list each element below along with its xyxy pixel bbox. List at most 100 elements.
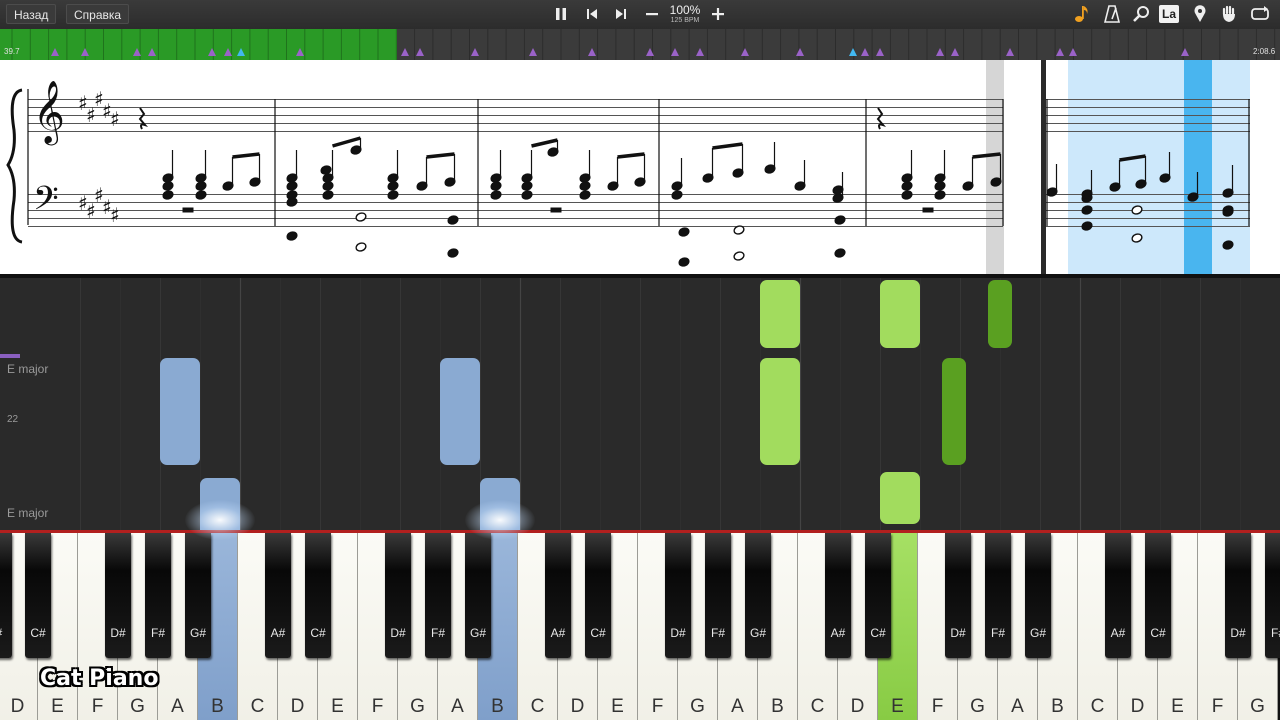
falling-note-right-hand (880, 280, 920, 348)
sheet-music: 𝄞 𝄢 ♯ ♯ ♯ ♯ ♯ ♯ ♯ ♯ ♯ ♯ (0, 60, 1280, 274)
note-head (521, 181, 533, 191)
progress-marker (741, 48, 749, 56)
black-key[interactable]: A# (265, 533, 291, 658)
white-key-label: C (250, 696, 265, 717)
time-total: 2:08.6 (1253, 47, 1276, 56)
progress-marker (296, 48, 304, 56)
time-elapsed: 39.7 (4, 47, 20, 56)
black-key[interactable]: C# (585, 533, 611, 658)
black-key[interactable]: A# (545, 533, 571, 658)
white-key-label: D (850, 696, 865, 717)
note-head (490, 190, 502, 200)
key-signature-label: E major (7, 362, 49, 376)
note-head (286, 231, 298, 241)
note-head (322, 181, 334, 191)
black-key[interactable]: F# (425, 533, 451, 658)
progress-marker (671, 48, 679, 56)
black-key[interactable]: D# (105, 533, 131, 658)
note-head (733, 251, 745, 261)
note-head (678, 227, 690, 237)
skip-back-icon[interactable] (581, 3, 603, 25)
black-key[interactable]: D# (665, 533, 691, 658)
progress-marker (51, 48, 59, 56)
treble-clef: 𝄞 (33, 80, 65, 146)
white-key-label: A (731, 696, 744, 717)
white-key-label: A (1011, 696, 1024, 717)
metronome-icon[interactable] (1101, 3, 1123, 25)
black-key[interactable]: D# (385, 533, 411, 658)
black-key[interactable]: C# (865, 533, 891, 658)
note-head (355, 242, 367, 252)
black-key[interactable]: # (0, 533, 12, 658)
white-key-label: F (91, 696, 104, 717)
white-key-label: F (371, 696, 384, 717)
skip-forward-icon[interactable] (610, 3, 632, 25)
loop-icon[interactable] (1248, 3, 1272, 25)
help-button[interactable]: Справка (66, 4, 130, 24)
minus-icon[interactable] (641, 3, 663, 25)
bass-clef: 𝄢 (33, 180, 59, 226)
black-key[interactable]: A# (825, 533, 851, 658)
black-key-label: G# (189, 626, 206, 640)
plus-icon[interactable] (707, 3, 729, 25)
black-key[interactable]: G# (465, 533, 491, 658)
black-key[interactable]: C# (1145, 533, 1171, 658)
song-progress-bar[interactable] (0, 29, 1280, 60)
note-head (901, 181, 913, 191)
progress-marker (1069, 48, 1077, 56)
toolbar: Назад Справка 100% 125 BPM La (0, 0, 1280, 29)
black-key[interactable]: C# (25, 533, 51, 658)
black-key-label: D# (1230, 626, 1246, 640)
progress-markers (11, 29, 1276, 60)
black-key-label: C# (30, 626, 46, 640)
black-key-label: D# (670, 626, 686, 640)
black-key[interactable]: F# (145, 533, 171, 658)
white-key-label: D (1130, 696, 1145, 717)
pause-icon[interactable] (550, 3, 572, 25)
black-key[interactable]: C# (305, 533, 331, 658)
black-key-label: C# (310, 626, 326, 640)
note-head (579, 190, 591, 200)
white-key-label: G (970, 696, 985, 717)
progress-marker (696, 48, 704, 56)
back-button[interactable]: Назад (6, 4, 57, 24)
note-head (286, 181, 298, 191)
current-position-marker (1184, 60, 1212, 274)
black-key-label: F# (710, 626, 725, 640)
hand-icon[interactable] (1218, 3, 1240, 25)
progress-marker (237, 48, 245, 56)
note-head (162, 190, 174, 200)
white-key-label: G (1250, 696, 1265, 717)
progress-marker (849, 48, 857, 56)
black-key[interactable]: F# (1265, 533, 1280, 658)
black-key[interactable]: G# (745, 533, 771, 658)
piano-roll: E major 22 E major (0, 278, 1280, 530)
zoom-level: 100% (669, 3, 701, 17)
falling-note-right-hand-black (988, 280, 1012, 348)
white-key-label: A (451, 696, 464, 717)
black-key[interactable]: G# (185, 533, 211, 658)
note-icon[interactable] (1071, 3, 1093, 25)
brand-watermark: Cat Piano (40, 666, 159, 691)
white-key-label: F (651, 696, 664, 717)
black-key[interactable]: D# (1225, 533, 1251, 658)
black-key[interactable]: G# (1025, 533, 1051, 658)
black-key[interactable]: A# (1105, 533, 1131, 658)
falling-note-right-hand (880, 472, 920, 524)
note-head (355, 212, 367, 222)
location-icon[interactable] (1189, 3, 1211, 25)
black-key-label: F# (150, 626, 165, 640)
progress-marker (224, 48, 232, 56)
la-icon[interactable]: La (1159, 5, 1179, 23)
black-key[interactable]: D# (945, 533, 971, 658)
white-key-label: E (1171, 696, 1184, 717)
black-key[interactable]: F# (985, 533, 1011, 658)
magnifier-icon[interactable] (1130, 3, 1152, 25)
falling-note-right-hand (760, 358, 800, 465)
piano-keyboard: DEFGABCDEFGABCDEFGABCDEFGABCDEFG#C#D#F#G… (0, 533, 1280, 720)
black-key-label: G# (1029, 626, 1046, 640)
white-key-label: D (10, 696, 25, 717)
progress-marker (81, 48, 89, 56)
black-key[interactable]: F# (705, 533, 731, 658)
black-key-label: A# (550, 626, 566, 640)
